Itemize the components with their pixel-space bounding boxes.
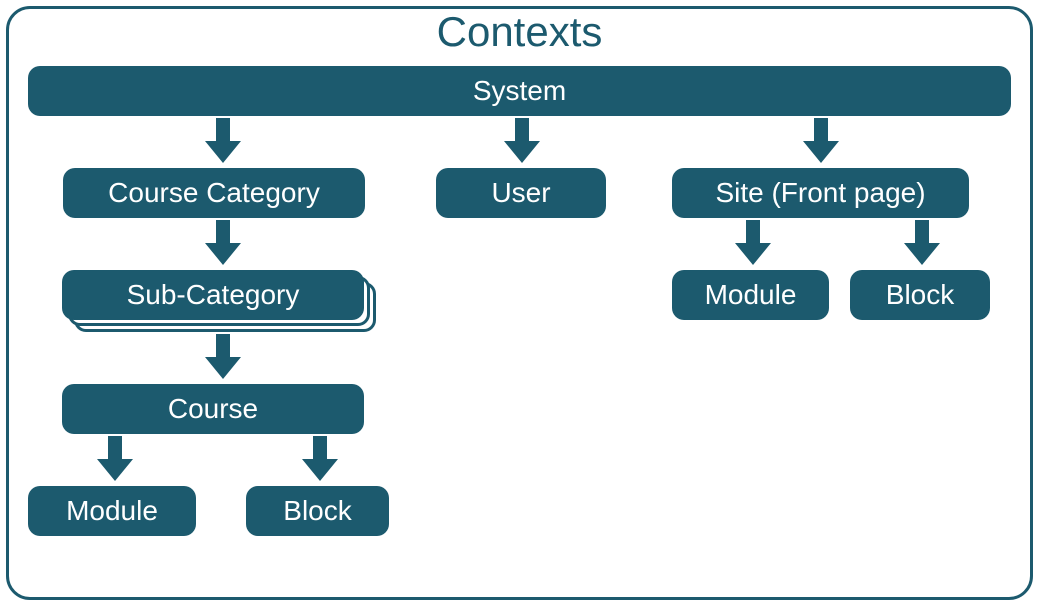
node-system-label: System [473, 75, 566, 107]
node-module-course-label: Module [66, 495, 158, 527]
node-sub-category-label: Sub-Category [127, 279, 300, 311]
node-course: Course [62, 384, 364, 434]
arrow-course-to-module [97, 436, 133, 481]
node-course-label: Course [168, 393, 258, 425]
node-block-site-label: Block [886, 279, 954, 311]
node-site-label: Site (Front page) [715, 177, 925, 209]
arrow-system-to-course-category [205, 118, 241, 163]
node-module-site-label: Module [705, 279, 797, 311]
node-block-course-label: Block [283, 495, 351, 527]
arrow-system-to-site [803, 118, 839, 163]
node-course-category-label: Course Category [108, 177, 320, 209]
diagram-frame: Contexts System Course Category User Sit… [0, 0, 1039, 606]
arrow-sub-category-to-course [205, 334, 241, 379]
node-block-course: Block [246, 486, 389, 536]
node-system: System [28, 66, 1011, 116]
diagram-title: Contexts [0, 8, 1039, 56]
arrow-course-to-block [302, 436, 338, 481]
node-module-site: Module [672, 270, 829, 320]
node-module-course: Module [28, 486, 196, 536]
node-site: Site (Front page) [672, 168, 969, 218]
arrow-system-to-user [504, 118, 540, 163]
arrow-site-to-block [904, 220, 940, 265]
node-user: User [436, 168, 606, 218]
node-sub-category: Sub-Category [62, 270, 364, 320]
arrow-course-category-to-sub-category [205, 220, 241, 265]
node-user-label: User [491, 177, 550, 209]
node-course-category: Course Category [63, 168, 365, 218]
node-block-site: Block [850, 270, 990, 320]
arrow-site-to-module [735, 220, 771, 265]
